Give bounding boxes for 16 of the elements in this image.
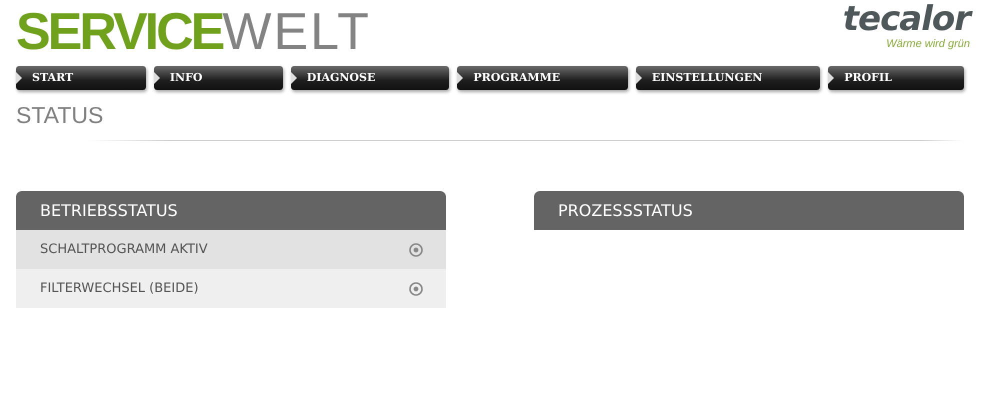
status-label: SCHALTPROGRAMM AKTIV: [40, 240, 208, 259]
nav-tab[interactable]: EINSTELLUNGEN: [636, 66, 820, 90]
nav-tab[interactable]: PROFIL: [828, 66, 964, 90]
nav-tab[interactable]: PROGRAMME: [457, 66, 628, 90]
tecalor-logo: tecalor: [842, 2, 970, 36]
nav-tab[interactable]: START: [16, 66, 146, 90]
status-indicator-icon: [408, 242, 424, 258]
logo-tagline: Wärme wird grün: [886, 37, 970, 52]
panel-header: PROZESSSTATUS: [534, 191, 964, 230]
status-label: FILTERWECHSEL (BEIDE): [40, 280, 199, 298]
page-title: STATUS: [16, 102, 104, 128]
status-indicator-icon: [408, 280, 424, 296]
servicewelt-logo: SERVICEWELT: [16, 6, 371, 58]
panel-header: BETRIEBSSTATUS: [16, 191, 446, 230]
nav-tab[interactable]: INFO: [154, 66, 283, 90]
nav-tab[interactable]: DIAGNOSE: [290, 66, 450, 90]
